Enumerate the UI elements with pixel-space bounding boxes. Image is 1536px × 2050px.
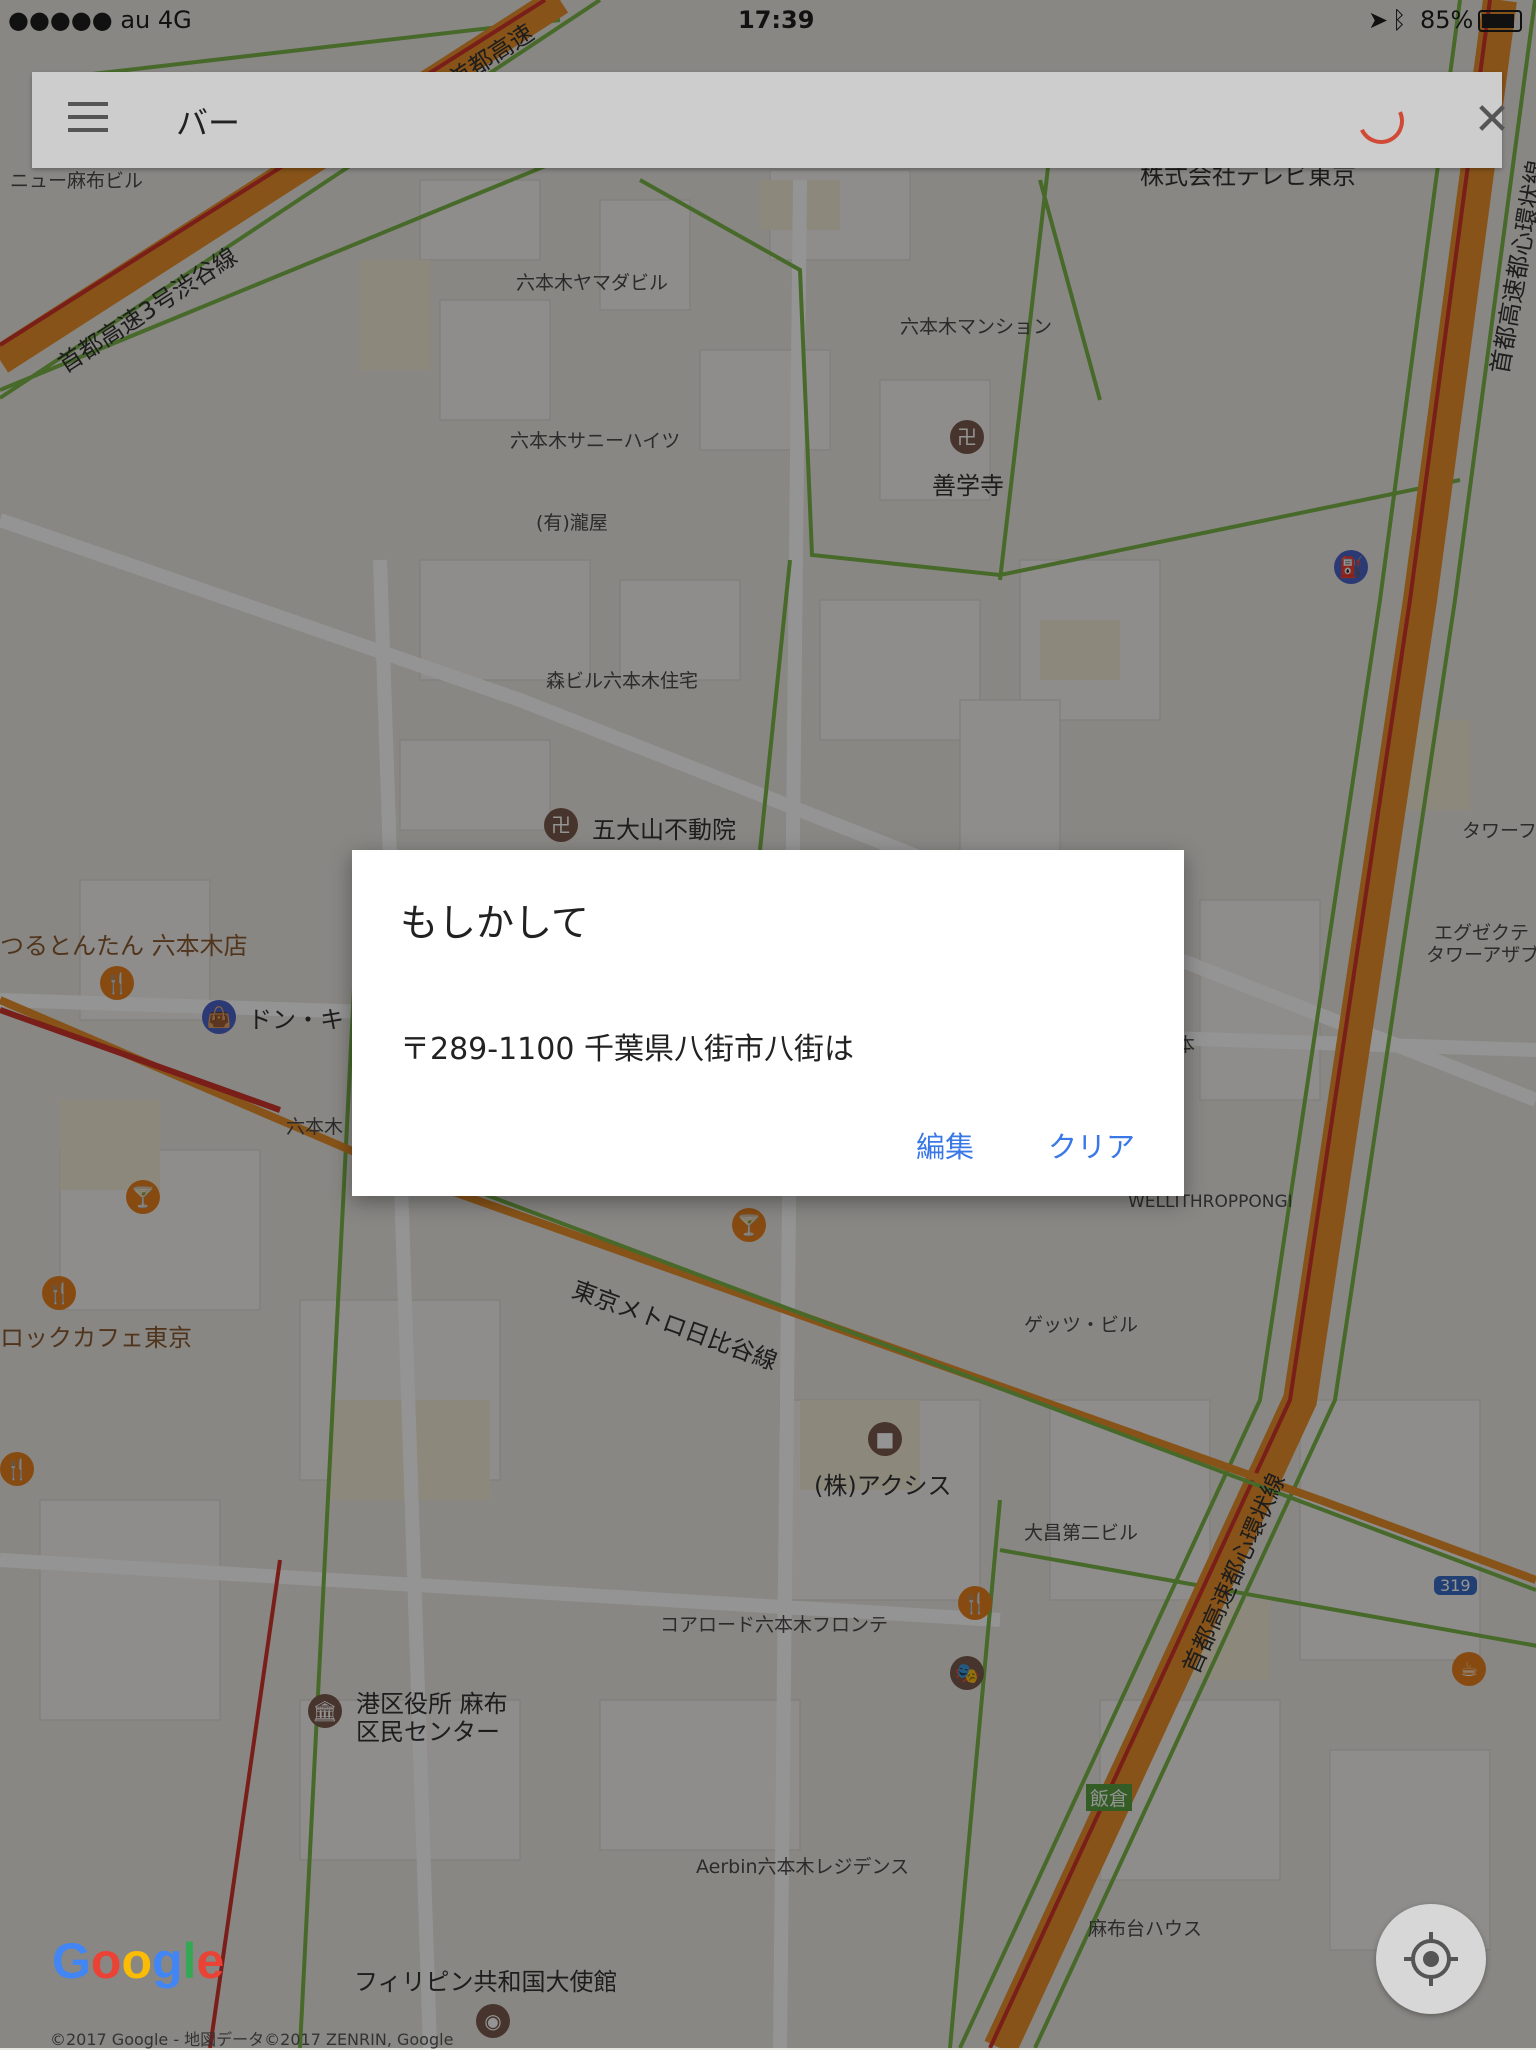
hamburger-menu-icon[interactable] — [68, 102, 108, 138]
dialog-message: 〒289-1100 千葉県八街市八街は — [400, 1032, 854, 1067]
google-logo: Google — [52, 1933, 225, 1989]
carrier-signal: ●●●●● au 4G — [8, 6, 192, 34]
loading-spinner-icon — [1351, 91, 1411, 151]
battery-icon — [1478, 10, 1522, 32]
edit-button[interactable]: 編集 — [916, 1124, 974, 1166]
close-icon[interactable]: ✕ — [1468, 96, 1516, 144]
bluetooth-icon: ᛒ — [1392, 6, 1407, 34]
map-copyright: ©2017 Google - 地図データ©2017 ZENRIN, Google — [50, 2030, 454, 2049]
my-location-button[interactable] — [1376, 1904, 1486, 2014]
status-bar: ●●●●● au 4G 17:39 ➤ ᛒ 85% — [0, 0, 1536, 40]
search-bar: バー ✕ — [32, 72, 1510, 168]
location-arrow-icon: ➤ — [1368, 6, 1389, 34]
clear-button[interactable]: クリア — [1048, 1124, 1135, 1166]
status-time: 17:39 — [738, 6, 815, 34]
my-location-icon — [1404, 1932, 1458, 1986]
dialog-title: もしかして — [400, 901, 589, 945]
did-you-mean-dialog: もしかして 〒289-1100 千葉県八街市八街は 編集 クリア — [352, 850, 1184, 1196]
search-query[interactable]: バー — [176, 98, 240, 144]
battery-percent: 85% — [1420, 6, 1474, 34]
